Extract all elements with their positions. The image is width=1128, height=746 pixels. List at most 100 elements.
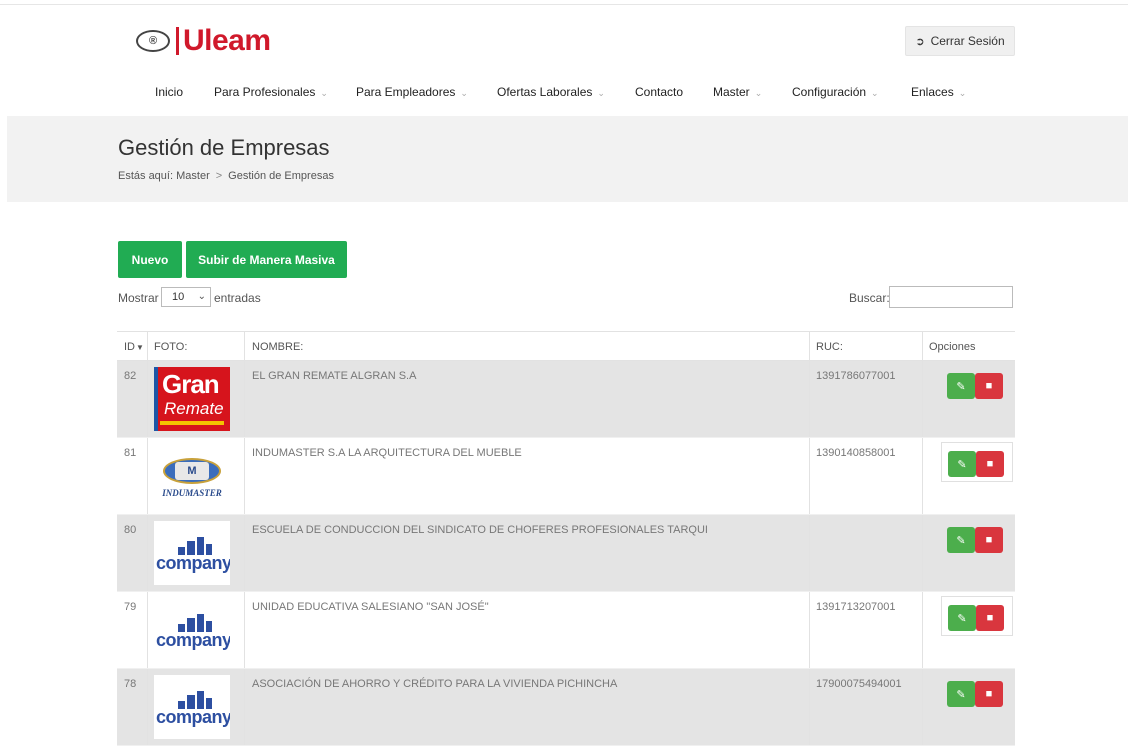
page-size-select[interactable]: 10 ⌄ xyxy=(161,287,211,307)
cell-id: 82 xyxy=(124,370,137,382)
main-nav: Inicio Para Profesionales ⌄ Para Empleado… xyxy=(0,85,1128,101)
chevron-down-icon: ⌄ xyxy=(871,88,879,98)
cell-name: EL GRAN REMATE ALGRAN S.A xyxy=(252,370,417,382)
uleam-emblem-icon: ® xyxy=(136,30,170,52)
sort-desc-icon: ▼ xyxy=(136,343,144,352)
edit-icon: ✎ xyxy=(957,458,967,471)
nav-item-enlaces[interactable]: Enlaces ⌄ xyxy=(911,85,966,99)
edit-button[interactable]: ✎ xyxy=(947,527,975,553)
trash-icon: ■ xyxy=(986,612,994,624)
search-input[interactable] xyxy=(889,286,1013,308)
trash-icon: ■ xyxy=(985,534,993,546)
show-label: Mostrar xyxy=(118,291,159,305)
breadcrumb-separator-icon: > xyxy=(215,170,223,182)
entries-label: entradas xyxy=(214,291,261,305)
edit-button[interactable]: ✎ xyxy=(948,451,976,477)
nav-item-configuracion[interactable]: Configuración ⌄ xyxy=(792,85,879,99)
nav-item-inicio[interactable]: Inicio xyxy=(155,85,183,99)
company-logo: company xyxy=(154,598,230,662)
companies-table: ID▼ FOTO: NOMBRE: RUC: Opciones 82 Gran … xyxy=(117,331,1015,746)
delete-button[interactable]: ■ xyxy=(975,681,1003,707)
cell-ruc: 17900075494001 xyxy=(816,678,902,690)
cell-name: ESCUELA DE CONDUCCION DEL SINDICATO DE C… xyxy=(252,524,708,536)
edit-button[interactable]: ✎ xyxy=(947,681,975,707)
column-header-id[interactable]: ID▼ xyxy=(124,341,144,353)
cell-ruc: 1391786077001 xyxy=(816,370,896,382)
delete-button[interactable]: ■ xyxy=(976,605,1004,631)
table-row: 81 M INDUMASTER INDUMASTER S.A LA ARQUIT… xyxy=(117,438,1015,515)
chevron-down-icon: ⌄ xyxy=(597,88,605,98)
mass-upload-button[interactable]: Subir de Manera Masiva xyxy=(186,241,347,278)
search-label: Buscar: xyxy=(849,291,890,305)
column-header-foto[interactable]: FOTO: xyxy=(154,341,187,353)
delete-button[interactable]: ■ xyxy=(975,527,1003,553)
table-header: ID▼ FOTO: NOMBRE: RUC: Opciones xyxy=(117,332,1015,361)
trash-icon: ■ xyxy=(985,380,993,392)
page-header: Gestión de Empresas Estás aquí: Master > G… xyxy=(7,116,1128,202)
row-actions: ✎ ■ xyxy=(941,673,1013,713)
nav-item-para-empleadores[interactable]: Para Empleadores ⌄ xyxy=(356,85,468,99)
trash-icon: ■ xyxy=(986,458,994,470)
edit-icon: ✎ xyxy=(957,612,967,625)
brand-name: Uleam xyxy=(183,24,271,57)
nav-item-para-profesionales[interactable]: Para Profesionales ⌄ xyxy=(214,85,328,99)
top-divider xyxy=(0,4,1128,5)
chevron-down-icon: ⌄ xyxy=(460,88,468,98)
logout-button[interactable]: ➲ Cerrar Sesión xyxy=(905,26,1015,56)
breadcrumb: Estás aquí: Master > Gestión de Empresas xyxy=(118,170,334,182)
company-logo: Gran Remate xyxy=(154,367,230,431)
chevron-down-icon: ⌄ xyxy=(754,88,763,98)
page-size-value: 10 xyxy=(172,291,185,303)
uleam-logo[interactable]: ® Uleam xyxy=(136,24,271,58)
row-actions: ✎ ■ xyxy=(941,365,1013,405)
gran-remate-logo: Gran Remate xyxy=(154,367,230,431)
company-placeholder-logo: company xyxy=(154,521,230,585)
cell-name: UNIDAD EDUCATIVA SALESIANO "SAN JOSÉ" xyxy=(252,601,489,613)
page-title: Gestión de Empresas xyxy=(118,135,330,160)
chevron-down-icon: ⌄ xyxy=(320,88,328,98)
chevron-down-icon: ⌄ xyxy=(958,88,967,98)
cell-id: 80 xyxy=(124,524,137,536)
delete-button[interactable]: ■ xyxy=(976,451,1004,477)
company-logo: company xyxy=(154,675,230,739)
cell-name: ASOCIACIÓN DE AHORRO Y CRÉDITO PARA LA V… xyxy=(252,678,618,690)
new-button[interactable]: Nuevo xyxy=(118,241,182,278)
indumaster-logo: M INDUMASTER xyxy=(154,444,230,508)
breadcrumb-item-current: Gestión de Empresas xyxy=(228,170,334,182)
company-placeholder-logo: company xyxy=(154,675,230,739)
column-header-opciones: Opciones xyxy=(929,341,976,353)
cell-id: 79 xyxy=(124,601,137,613)
row-actions: ✎ ■ xyxy=(941,596,1013,636)
delete-button[interactable]: ■ xyxy=(975,373,1003,399)
company-logo: M INDUMASTER xyxy=(154,444,230,508)
cell-id: 78 xyxy=(124,678,137,690)
edit-icon: ✎ xyxy=(956,688,966,701)
edit-button[interactable]: ✎ xyxy=(948,605,976,631)
company-placeholder-logo: company xyxy=(154,598,230,662)
row-actions: ✎ ■ xyxy=(941,442,1013,482)
edit-icon: ✎ xyxy=(956,534,966,547)
column-header-nombre[interactable]: NOMBRE: xyxy=(252,341,303,353)
nav-item-ofertas-laborales[interactable]: Ofertas Laborales ⌄ xyxy=(497,85,605,99)
edit-icon: ✎ xyxy=(956,380,966,393)
chevron-down-icon: ⌄ xyxy=(197,291,206,302)
table-row: 79 company UNIDAD EDUCATIVA SALESIANO "S… xyxy=(117,592,1015,669)
table-row: 82 Gran Remate EL GRAN REMATE ALGRAN S.A… xyxy=(117,361,1015,438)
nav-item-master[interactable]: Master ⌄ xyxy=(713,85,762,99)
nav-item-contacto[interactable]: Contacto xyxy=(635,85,683,99)
company-logo: company xyxy=(154,521,230,585)
edit-button[interactable]: ✎ xyxy=(947,373,975,399)
sign-out-icon: ➲ xyxy=(915,35,925,48)
column-header-ruc[interactable]: RUC: xyxy=(816,341,843,353)
cell-ruc: 1390140858001 xyxy=(816,447,896,459)
cell-name: INDUMASTER S.A LA ARQUITECTURA DEL MUEBL… xyxy=(252,447,522,459)
table-row: 80 company ESCUELA DE CONDUCCION DEL SIN… xyxy=(117,515,1015,592)
logo-divider xyxy=(176,27,179,55)
breadcrumb-item-master[interactable]: Master xyxy=(176,170,210,182)
cell-id: 81 xyxy=(124,447,137,459)
logout-label: Cerrar Sesión xyxy=(930,34,1005,48)
row-actions: ✎ ■ xyxy=(941,519,1013,559)
trash-icon: ■ xyxy=(985,688,993,700)
cell-ruc: 1391713207001 xyxy=(816,601,896,613)
breadcrumb-prefix: Estás aquí: xyxy=(118,170,174,182)
